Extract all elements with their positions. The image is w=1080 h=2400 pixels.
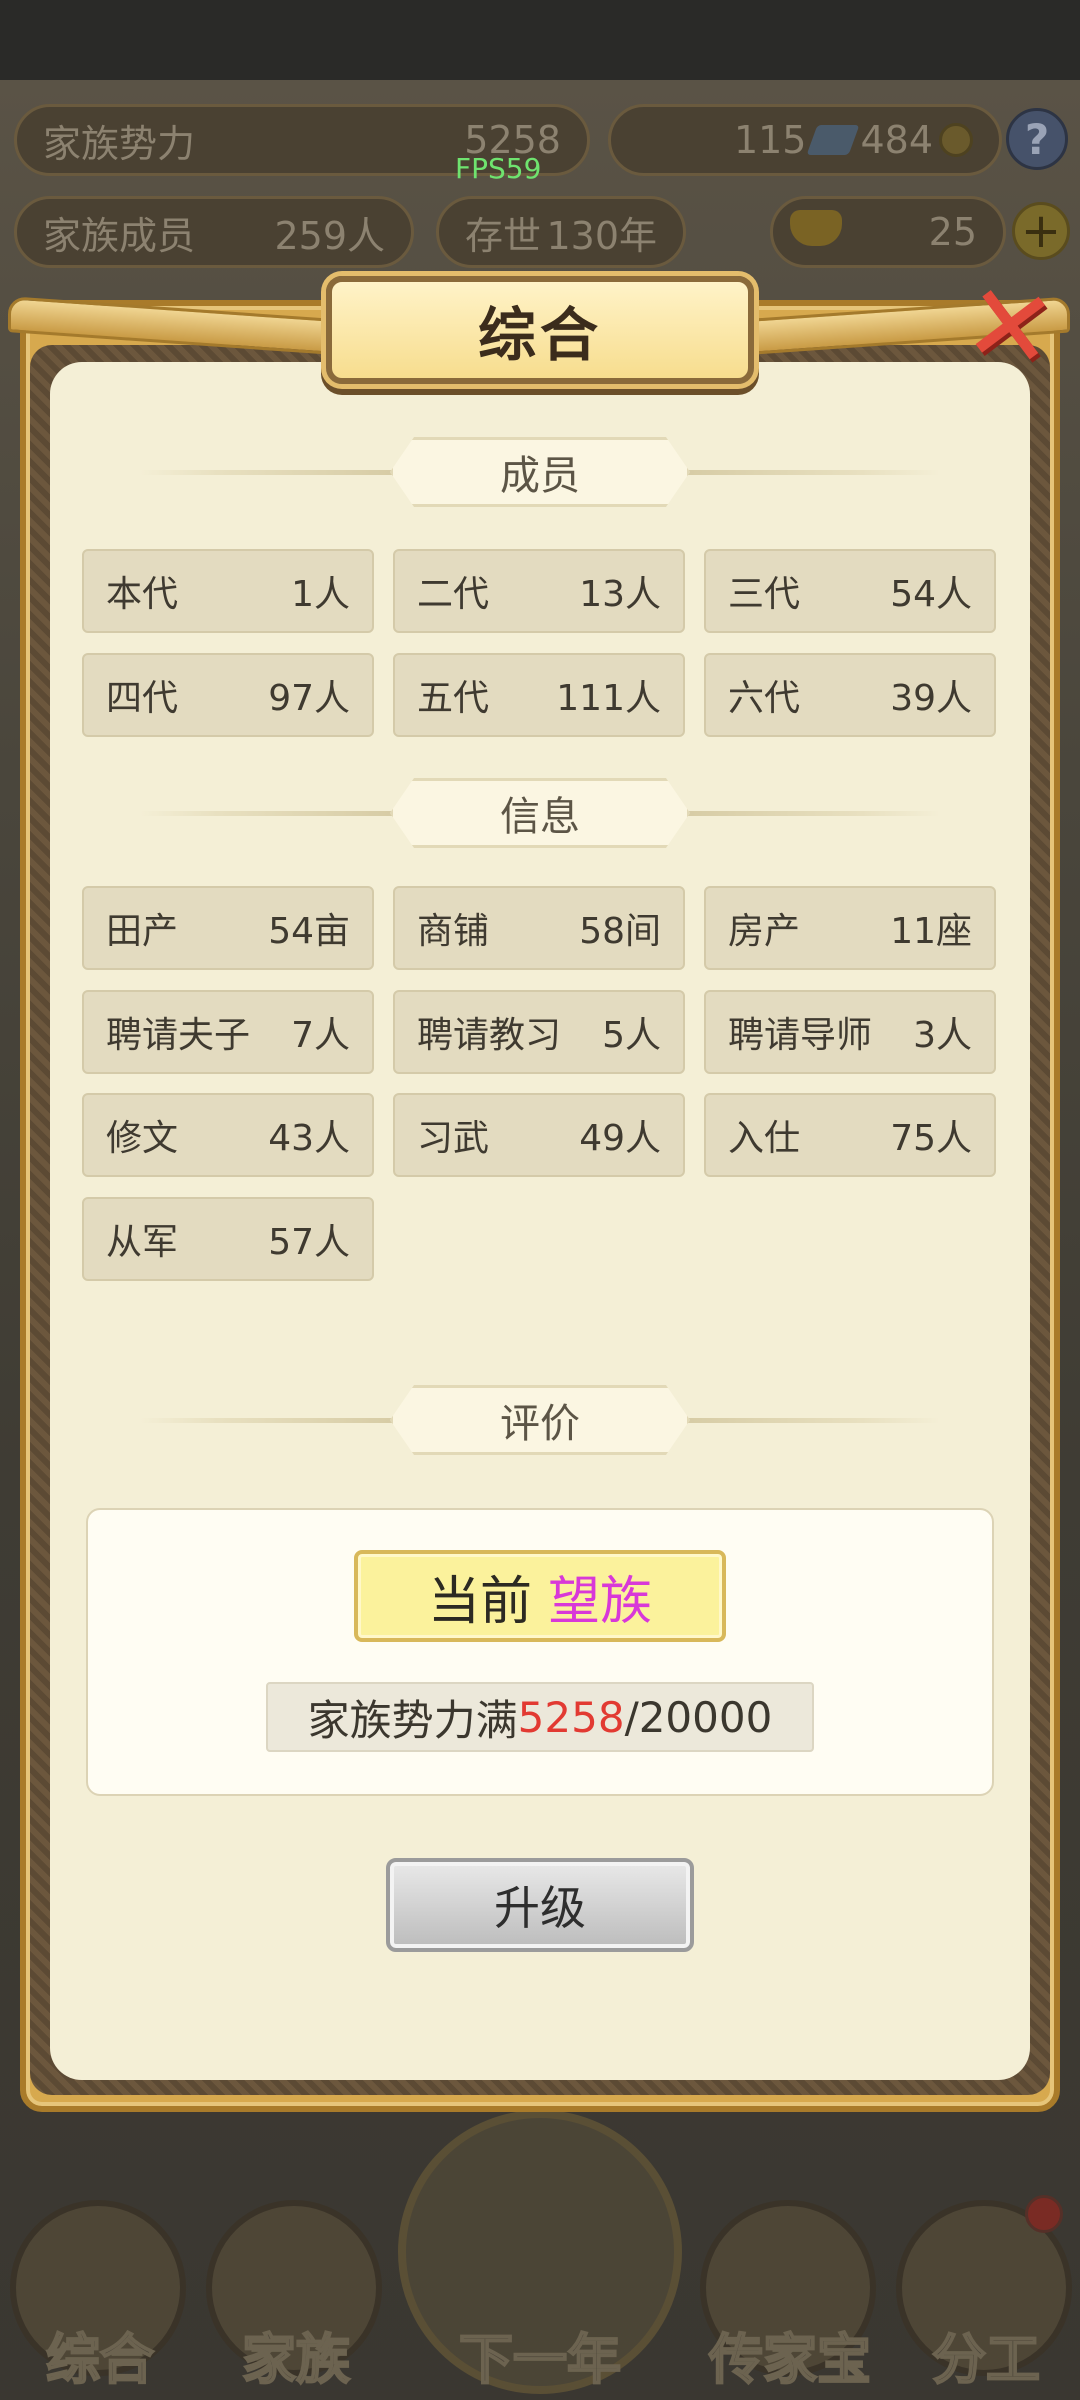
book-icon	[807, 125, 860, 155]
close-button[interactable]: ✕	[948, 259, 1072, 395]
books-count: 115	[733, 118, 807, 162]
coins-count: 484	[860, 118, 933, 162]
stat-label: 五代	[417, 678, 490, 719]
add-ingot-button[interactable]: +	[1012, 202, 1070, 260]
info-stat-cell: 聘请夫子 7人	[82, 990, 374, 1074]
member-stat-cell: 二代 13人	[393, 549, 685, 633]
stat-label: 四代	[106, 678, 179, 719]
stat-label: 修文	[106, 1118, 179, 1159]
stat-value: 97人	[268, 678, 350, 719]
stat-label: 本代	[106, 574, 179, 615]
members-section-title: 成员	[500, 453, 580, 499]
member-stat-cell: 三代 54人	[704, 549, 996, 633]
stat-value: 39人	[890, 678, 972, 719]
info-section-header: 信息	[140, 778, 940, 848]
info-stat-cell: 聘请教习 5人	[393, 990, 685, 1074]
stat-value: 54人	[890, 574, 972, 615]
existence-panel: 存世 130年	[436, 196, 686, 268]
help-icon[interactable]: ?	[1006, 108, 1068, 170]
stat-label: 房产	[728, 911, 801, 952]
stat-value: 57人	[268, 1222, 350, 1263]
info-stat-cell: 商铺 58间	[393, 886, 685, 970]
stat-value: 75人	[890, 1118, 972, 1159]
member-stat-cell: 四代 97人	[82, 653, 374, 737]
info-stat-cell: 田产 54亩	[82, 886, 374, 970]
nav-label-next-year: 下一年	[458, 2327, 622, 2392]
notification-dot	[1025, 2195, 1063, 2233]
nav-label-family: 家族	[241, 2327, 351, 2392]
members-label: 家族成员	[43, 213, 196, 258]
nav-label-summary: 综合	[45, 2327, 155, 2392]
stat-label: 聘请夫子	[106, 1015, 251, 1056]
stat-value: 111人	[556, 678, 661, 719]
nav-label-division: 分工	[931, 2327, 1041, 2392]
rank-value: 望族	[548, 1571, 653, 1632]
requirement-current: 5258	[517, 1692, 625, 1742]
stat-value: 5人	[602, 1015, 661, 1056]
info-stat-cell: 聘请导师 3人	[704, 990, 996, 1074]
existence-value: 130年	[546, 213, 657, 258]
rank-badge: 当前 望族	[354, 1550, 726, 1642]
stat-label: 习武	[417, 1118, 490, 1159]
existence-label: 存世	[465, 213, 542, 258]
stat-label: 三代	[728, 574, 801, 615]
info-stat-cell: 房产 11座	[704, 886, 996, 970]
info-section-title: 信息	[500, 794, 580, 840]
stat-label: 从军	[106, 1222, 179, 1263]
stat-label: 聘请教习	[417, 1015, 562, 1056]
requirement-prefix: 家族势力满	[307, 1695, 518, 1745]
stat-label: 二代	[417, 574, 490, 615]
status-bar-area	[0, 0, 1080, 80]
members-section-header: 成员	[140, 437, 940, 507]
info-stat-cell: 习武 49人	[393, 1093, 685, 1177]
stat-value: 11座	[890, 911, 972, 952]
stat-value: 1人	[291, 574, 350, 615]
info-stat-cell: 修文 43人	[82, 1093, 374, 1177]
rank-label: 当前	[427, 1571, 532, 1632]
members-value: 259人	[274, 213, 385, 258]
info-stat-cell: 入仕 75人	[704, 1093, 996, 1177]
stat-label: 商铺	[417, 911, 490, 952]
stat-value: 58间	[579, 911, 661, 952]
modal-title-plate: 综合	[326, 276, 754, 384]
members-panel: 家族成员 259人	[14, 196, 414, 268]
stat-value: 49人	[579, 1118, 661, 1159]
stat-value: 7人	[291, 1015, 350, 1056]
eval-section-header: 评价	[140, 1385, 940, 1455]
stat-label: 入仕	[728, 1118, 801, 1159]
stat-value: 13人	[579, 574, 661, 615]
upgrade-button[interactable]: 升级	[386, 1858, 694, 1952]
eval-section-title: 评价	[500, 1401, 580, 1447]
member-stat-cell: 六代 39人	[704, 653, 996, 737]
stat-value: 54亩	[268, 911, 350, 952]
member-stat-cell: 五代 111人	[393, 653, 685, 737]
stat-value: 3人	[913, 1015, 972, 1056]
ingot-count: 25	[928, 210, 977, 254]
gold-ingot-icon	[790, 210, 842, 246]
member-stat-cell: 本代 1人	[82, 549, 374, 633]
stat-label: 聘请导师	[728, 1015, 873, 1056]
power-label: 家族势力	[43, 121, 196, 166]
currency-panel: 115 484	[608, 104, 1002, 176]
stat-value: 43人	[268, 1118, 350, 1159]
modal-title: 综合	[477, 301, 602, 369]
requirement-target: /20000	[624, 1692, 773, 1742]
power-requirement: 家族势力满 5258/20000	[266, 1682, 814, 1752]
stat-label: 六代	[728, 678, 801, 719]
info-stat-cell: 从军 57人	[82, 1197, 374, 1281]
stat-label: 田产	[106, 911, 179, 952]
coin-icon	[939, 123, 973, 157]
fps-counter: FPS59	[455, 152, 542, 185]
nav-label-heirloom: 传家宝	[708, 2327, 872, 2392]
